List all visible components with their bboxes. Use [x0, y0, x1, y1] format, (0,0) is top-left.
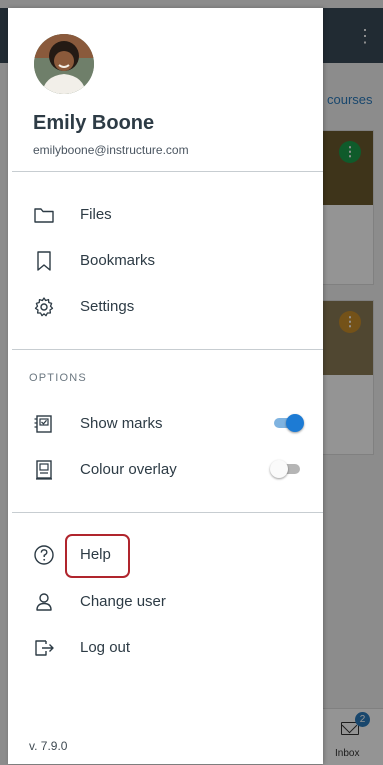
show-marks-toggle[interactable] [274, 414, 304, 432]
menu-item-label: Log out [80, 639, 131, 656]
menu-item-settings[interactable]: Settings [8, 288, 323, 328]
options-section-header: OPTIONS [29, 372, 87, 384]
bookmark-icon [37, 251, 51, 271]
menu-item-files[interactable]: Files [8, 196, 323, 236]
option-label: Colour overlay [80, 461, 177, 478]
divider [12, 171, 323, 172]
avatar[interactable] [34, 34, 94, 94]
help-highlight-outline [65, 534, 130, 578]
toggle-knob [270, 460, 288, 478]
menu-item-change-user[interactable]: Change user [8, 583, 323, 623]
menu-item-label: Change user [80, 593, 166, 610]
menu-item-label: Files [80, 206, 112, 223]
overlay-icon [36, 460, 52, 480]
menu-item-bookmarks[interactable]: Bookmarks [8, 242, 323, 282]
divider [12, 512, 323, 513]
menu-item-log-out[interactable]: Log out [8, 629, 323, 669]
logout-icon [35, 640, 54, 656]
colour-overlay-toggle[interactable] [270, 460, 304, 478]
menu-item-help[interactable]: Help [8, 536, 323, 576]
menu-item-label: Settings [80, 298, 135, 315]
gear-icon [34, 297, 54, 317]
navigation-drawer: Emily Boone emilyboone@instructure.com F… [8, 8, 323, 764]
help-icon [34, 545, 54, 565]
app-version: v. 7.9.0 [29, 739, 68, 753]
marks-icon [34, 415, 52, 433]
option-label: Show marks [80, 415, 163, 432]
user-name: Emily Boone [33, 112, 155, 134]
toggle-knob [286, 414, 304, 432]
user-icon [36, 593, 52, 611]
app-screen: ⋮ courses ⋮ ⋮ 2 Inbox Emily Boone emilyb… [0, 0, 383, 765]
menu-item-label: Bookmarks [80, 252, 156, 269]
folder-icon [34, 208, 54, 223]
divider [12, 349, 323, 350]
user-email: emilyboone@instructure.com [33, 143, 189, 157]
